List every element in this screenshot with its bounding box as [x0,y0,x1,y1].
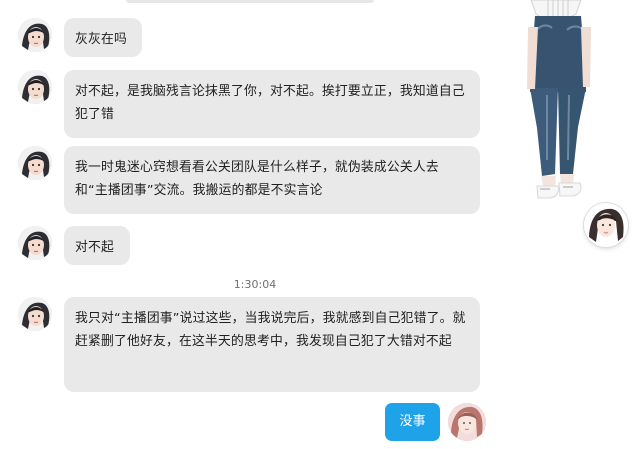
message-bubble[interactable]: 对不起，是我脑残言论抹黑了你，对不起。挨打要立正，我知道自己犯了错 [64,70,480,138]
self-message-row: 没事 [385,403,486,441]
chat-screenshot: 灰灰在吗 对不起，是我脑残言论抹黑了你，对不起。挨打要立正，我知道自己犯了错 我… [0,0,640,449]
message-text: 我只对“主播团事”说过这些，当我说完后，我就感到自己犯错了。就赶紧删了他好友，在… [75,311,466,349]
message-bubble[interactable]: 灰灰在吗 [64,18,142,57]
message-bubble[interactable]: 我只对“主播团事”说过这些，当我说完后，我就感到自己犯错了。就赶紧删了他好友，在… [64,297,480,392]
pink-hair-avatar-icon[interactable] [448,403,486,441]
anime-girl-avatar-icon[interactable] [18,18,52,52]
anime-girl-avatar-icon[interactable] [18,297,52,331]
anime-girl-avatar-icon[interactable] [18,146,52,180]
message-row: 对不起 [18,226,130,265]
anime-girl-avatar-icon[interactable] [18,70,52,104]
message-text: 对不起 [75,240,114,255]
message-text: 对不起，是我脑残言论抹黑了你，对不起。挨打要立正，我知道自己犯了错 [75,84,465,122]
message-row: 我只对“主播团事”说过这些，当我说完后，我就感到自己犯错了。就赶紧删了他好友，在… [18,297,480,392]
message-bubble[interactable]: 我一时鬼迷心窍想看看公关团队是什么样子，就伪装成公关人去和“主播团事”交流。我搬… [64,146,480,214]
message-row: 我一时鬼迷心窍想看看公关团队是什么样子，就伪装成公关人去和“主播团事”交流。我搬… [18,146,480,214]
anime-girl-avatar-icon[interactable] [18,226,52,260]
message-row: 对不起，是我脑残言论抹黑了你，对不起。挨打要立正，我知道自己犯了错 [18,70,480,138]
girl-avatar-icon[interactable] [584,203,628,247]
message-timestamp: 1:30:04 [233,278,277,291]
message-row: 灰灰在吗 [18,18,142,57]
message-text: 我一时鬼迷心窍想看看公关团队是什么样子，就伪装成公关人去和“主播团事”交流。我搬… [75,160,439,198]
self-message-text: 没事 [399,414,426,429]
top-strip [126,0,374,3]
self-message-bubble[interactable]: 没事 [385,403,440,441]
message-text: 灰灰在吗 [75,32,127,47]
chat-pane: 灰灰在吗 对不起，是我脑残言论抹黑了你，对不起。挨打要立正，我知道自己犯了错 我… [0,0,500,449]
message-bubble[interactable]: 对不起 [64,226,130,265]
